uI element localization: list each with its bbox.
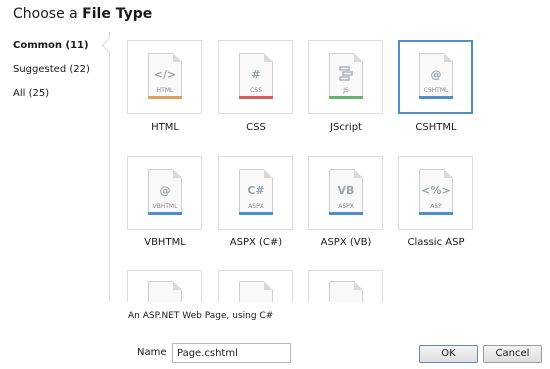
- aspx-cs-glyph: C#: [247, 184, 265, 197]
- file-type-label-cshtml: CSHTML: [415, 122, 457, 133]
- category-selection-notch: [101, 37, 118, 54]
- file-type-description: An ASP.NET Web Page, using C#: [128, 311, 274, 321]
- ok-button[interactable]: OK: [419, 345, 478, 363]
- category-suggested[interactable]: Suggested (22): [13, 64, 90, 75]
- dialog-title: Choose a File Type: [13, 6, 152, 22]
- html-glyph: </>: [153, 68, 177, 81]
- file-icon: [148, 281, 182, 302]
- css-glyph: #: [251, 68, 261, 81]
- js-file-icon: JS: [329, 53, 363, 99]
- classic-asp-glyph: <%>: [421, 184, 451, 197]
- vbhtml-glyph: @: [159, 184, 171, 197]
- name-label: Name: [137, 347, 167, 358]
- file-type-label-css: CSS: [246, 122, 266, 133]
- file-type-tile-more-3[interactable]: [308, 270, 383, 302]
- file-type-label-vbhtml: VBHTML: [144, 237, 186, 248]
- category-common[interactable]: Common (11): [13, 40, 89, 51]
- classic-asp-file-icon: <%> ASP: [419, 169, 453, 215]
- js-ext: JS: [343, 87, 349, 94]
- cshtml-glyph: @: [430, 68, 442, 81]
- vbhtml-file-icon: @ VBHTML: [148, 169, 182, 215]
- file-type-row-3: [127, 270, 402, 302]
- vbhtml-ext: VBHTML: [152, 203, 178, 210]
- file-icon: [329, 281, 363, 302]
- html-file-icon: </> HTML: [148, 53, 182, 99]
- category-divider: [109, 32, 110, 302]
- file-type-label-jscript: JScript: [330, 122, 362, 133]
- category-all[interactable]: All (25): [13, 88, 49, 99]
- name-input[interactable]: [172, 343, 291, 363]
- aspx-vb-glyph: VB: [337, 184, 355, 197]
- file-type-tile-cshtml[interactable]: @ CSHTML: [398, 40, 473, 114]
- file-type-label-classic-asp: Classic ASP: [407, 237, 465, 248]
- aspx-vb-ext: ASPX: [338, 203, 354, 210]
- file-type-label-aspx-vb: ASPX (VB): [320, 237, 372, 248]
- file-icon: [239, 281, 273, 302]
- css-ext: CSS: [250, 87, 262, 94]
- classic-asp-ext: ASP: [430, 203, 442, 210]
- aspx-cs-ext: ASPX: [248, 203, 264, 210]
- cshtml-ext: CSHTML: [423, 87, 449, 94]
- file-type-tile-more-2[interactable]: [218, 270, 293, 302]
- file-type-tile-aspx-vb[interactable]: VB ASPX: [308, 156, 383, 230]
- file-type-tile-more-1[interactable]: [127, 270, 202, 302]
- aspx-cs-file-icon: C# ASPX: [239, 169, 273, 215]
- file-type-tile-jscript[interactable]: JS: [308, 40, 383, 114]
- file-type-tile-aspx-cs[interactable]: C# ASPX: [218, 156, 293, 230]
- html-ext: HTML: [156, 87, 174, 94]
- aspx-vb-file-icon: VB ASPX: [329, 169, 363, 215]
- file-type-tile-classic-asp[interactable]: <%> ASP: [398, 156, 473, 230]
- cshtml-file-icon: @ CSHTML: [419, 53, 453, 99]
- dialog-title-prefix: Choose a: [13, 6, 83, 22]
- file-type-label-aspx-cs: ASPX (C#): [229, 237, 283, 248]
- cancel-button[interactable]: Cancel: [483, 345, 542, 363]
- file-type-label-html: HTML: [151, 122, 179, 133]
- file-type-tile-css[interactable]: # CSS: [218, 40, 293, 114]
- file-type-tile-vbhtml[interactable]: @ VBHTML: [127, 156, 202, 230]
- dialog-title-bold: File Type: [82, 6, 153, 22]
- js-glyph-icon: [339, 66, 353, 81]
- css-file-icon: # CSS: [239, 53, 273, 99]
- file-type-tile-html[interactable]: </> HTML: [127, 40, 202, 114]
